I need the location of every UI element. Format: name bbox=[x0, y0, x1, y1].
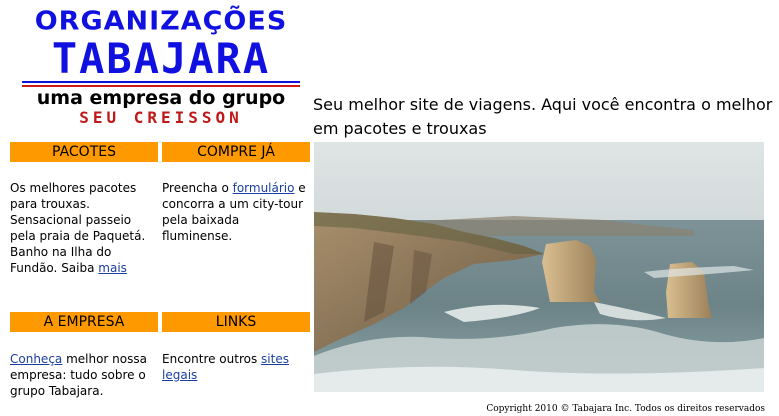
pacotes-mais-link[interactable]: mais bbox=[98, 261, 127, 275]
pacotes-body: Os melhores pacotes para trouxas. Sensac… bbox=[10, 180, 158, 276]
logo-rule-blue bbox=[22, 81, 300, 83]
compre-ja-body: Preencha o formulário e concorra a um ci… bbox=[162, 180, 310, 244]
site-logo: ORGANIZAÇÕES TABAJARA uma empresa do gru… bbox=[22, 6, 300, 127]
coastline-photo bbox=[314, 142, 764, 392]
compre-ja-header: COMPRE JÁ bbox=[162, 142, 310, 162]
logo-organizacoes: ORGANIZAÇÕES bbox=[34, 6, 288, 37]
headline: Seu melhor site de viagens. Aqui você en… bbox=[313, 95, 773, 138]
copyright: Copyright 2010 © Tabajara Inc. Todos os … bbox=[486, 404, 765, 414]
links-body: Encontre outros sites legais bbox=[162, 351, 310, 383]
compre-text-before: Preencha o bbox=[162, 181, 233, 195]
conheca-link[interactable]: Conheça bbox=[10, 352, 62, 366]
logo-seu-creisson: SEU CREISSON bbox=[79, 108, 243, 127]
formulario-link[interactable]: formulário bbox=[233, 181, 295, 195]
a-empresa-header: A EMPRESA bbox=[10, 312, 158, 332]
logo-tabajara: TABAJARA bbox=[51, 34, 271, 83]
links-header: LINKS bbox=[162, 312, 310, 332]
links-text: Encontre outros bbox=[162, 352, 262, 366]
pacotes-header: PACOTES bbox=[10, 142, 158, 162]
logo-tagline: uma empresa do grupo bbox=[36, 87, 286, 109]
a-empresa-body: Conheça melhor nossa empresa: tudo sobre… bbox=[10, 351, 158, 399]
